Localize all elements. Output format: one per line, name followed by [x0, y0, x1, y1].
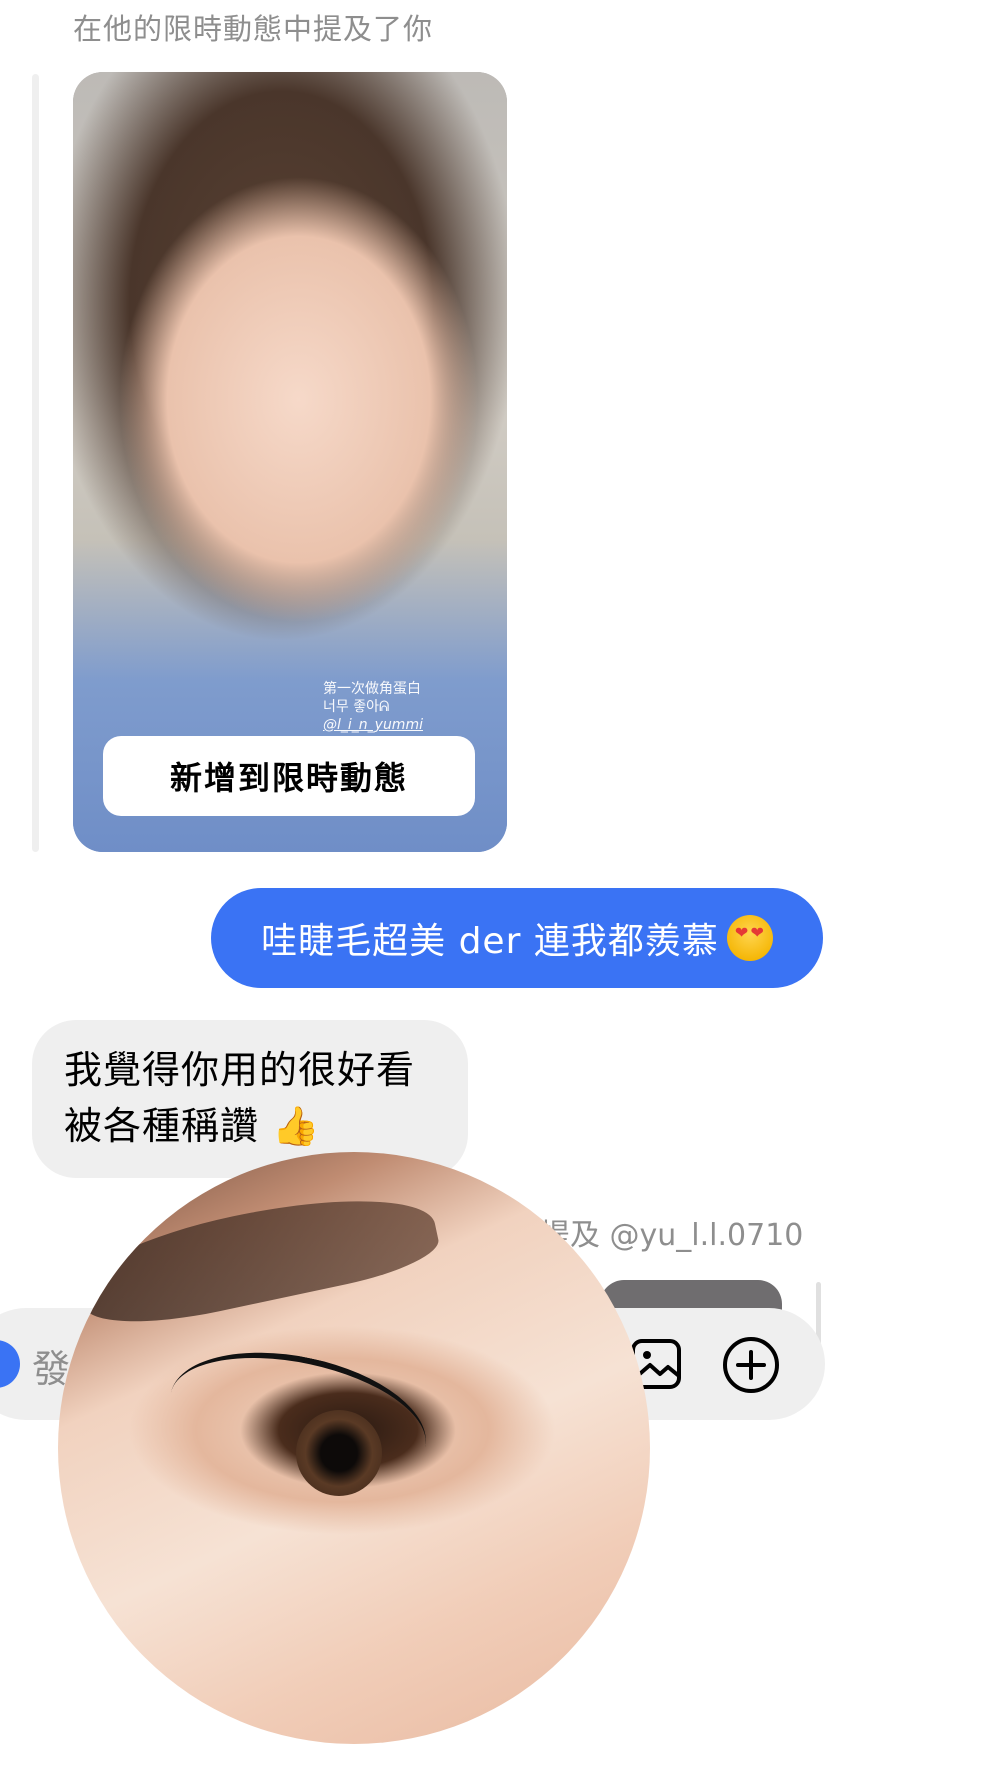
- sent-message-bubble[interactable]: 哇睫毛超美 der 連我都羨慕: [211, 888, 823, 988]
- eyelash-closeup-photo: [58, 1152, 650, 1744]
- thumbs-up-emoji-icon: 👍: [272, 1104, 321, 1148]
- add-to-story-button[interactable]: 新增到限時動態: [103, 736, 475, 816]
- received-message-bubble[interactable]: 我覺得你用的很好看 被各種稱讚 👍: [32, 1020, 468, 1178]
- eyelash-shape: [157, 1331, 439, 1509]
- received-message-line1: 我覺得你用的很好看: [64, 1048, 416, 1092]
- reply-indicator-bar: [32, 74, 39, 852]
- eyebrow-shape: [72, 1175, 444, 1339]
- sent-message-text: 哇睫毛超美 der 連我都羨慕: [261, 921, 719, 962]
- story-preview-card[interactable]: 第一次做角蛋白 너무 좋아ᕱ @l_i_n_yummi 新增到限時動態: [73, 72, 507, 852]
- story-caption-handle: @l_i_n_yummi: [323, 717, 423, 733]
- story-mention-header: 在他的限時動態中提及了你: [73, 12, 434, 46]
- story-photo: [73, 72, 507, 852]
- story-caption: 第一次做角蛋白 너무 좋아ᕱ @l_i_n_yummi: [323, 680, 423, 734]
- heart-eyes-emoji-icon: [726, 915, 773, 961]
- received-message-line2: 被各種稱讚: [64, 1104, 260, 1148]
- eye-iris-shape: [296, 1410, 382, 1496]
- mention-footer-text: 提及 @yu_l.l.0710: [540, 1218, 804, 1253]
- add-to-story-label: 新增到限時動態: [169, 759, 408, 797]
- story-caption-line1: 第一次做角蛋白: [323, 681, 421, 697]
- story-caption-line2: 너무 좋아ᕱ: [323, 699, 390, 715]
- plus-icon[interactable]: [722, 1336, 780, 1394]
